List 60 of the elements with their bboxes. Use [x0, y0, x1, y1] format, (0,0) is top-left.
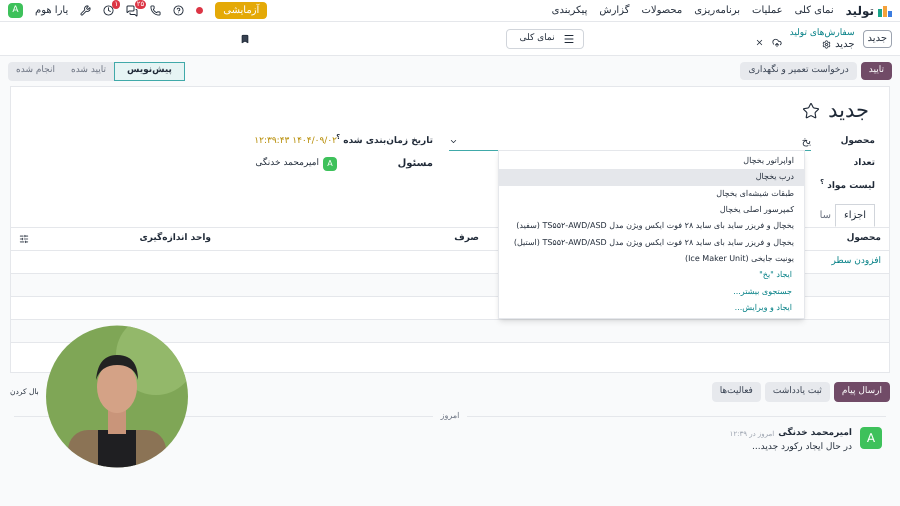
tab[interactable]: اجزاء	[835, 204, 875, 226]
dropdown-option[interactable]: کمپرسور اصلی یخچال	[499, 202, 804, 218]
phone-icon[interactable]	[150, 5, 162, 16]
tab[interactable]: سا	[816, 204, 836, 226]
user-avatar: A	[323, 156, 337, 170]
chatter-button[interactable]: فعالیت‌ها	[712, 382, 761, 402]
tools-icon[interactable]	[80, 5, 92, 16]
author-name: امیرمحمد خدنگی	[778, 427, 852, 440]
form-title: جدید	[828, 97, 869, 124]
column-header[interactable]: واحد اندازه‌گیری	[29, 232, 211, 246]
save-icon[interactable]	[772, 38, 782, 48]
column-header[interactable]: صرف	[211, 232, 479, 246]
chatter-button[interactable]: ارسال پیام	[834, 382, 890, 402]
status-step[interactable]: پیش‌نویس	[114, 62, 185, 80]
add-line-link[interactable]: افزودن سطر	[832, 254, 881, 268]
company-name[interactable]: یارا هوم	[35, 3, 68, 18]
field-label: مسئول	[396, 157, 433, 171]
responsible-name[interactable]: امیرمحمد خدنگی	[255, 156, 319, 170]
chat-icon[interactable]	[126, 4, 138, 16]
view-button[interactable]: نمای کلی	[506, 28, 584, 48]
status-step[interactable]: انجام شده	[8, 64, 63, 78]
menu-item[interactable]: نمای کلی	[794, 3, 834, 18]
record-name: جدید	[835, 38, 855, 50]
action-button[interactable]: درخواست تعمیر و نگهداری	[740, 62, 857, 80]
message-text: در حال ایجاد رکورد جدید...	[751, 440, 852, 454]
date-divider: امروز	[439, 410, 460, 422]
breadcrumb-link[interactable]: سفارش‌های تولید	[790, 28, 855, 38]
status-step[interactable]: تایید شده	[62, 64, 114, 78]
clock-icon[interactable]	[103, 5, 114, 16]
new-button[interactable]: جدید	[862, 30, 892, 48]
author-avatar: A	[860, 427, 882, 449]
close-icon[interactable]	[754, 38, 764, 47]
dropdown-action[interactable]: ایجاد "یخ"	[499, 267, 804, 284]
menu-item[interactable]: گزارش	[599, 3, 630, 18]
help-icon[interactable]	[173, 5, 184, 16]
menu-item[interactable]: پیکربندی	[552, 3, 588, 18]
dropdown-option[interactable]: یخچال و فریزر ساید بای ساید ۲۸ فوت ایکس ویژن مدل TS۵۵۲-AWD/ASD (استیل)	[499, 234, 804, 251]
chatter-button[interactable]: ثبت یادداشت	[764, 382, 830, 402]
star-icon[interactable]	[802, 102, 820, 120]
dropdown-option[interactable]: یخچال و فریزر ساید بای ساید ۲۸ فوت ایکس ویژن مدل TS۵۵۲-AWD/ASD (سفید)	[499, 218, 804, 234]
dropdown-option[interactable]: یونیت جایخی (Ice Maker Unit)	[499, 250, 804, 268]
menu-item[interactable]: محصولات	[641, 3, 682, 18]
menu-icon	[562, 32, 575, 44]
field-label: تعداد	[854, 156, 875, 170]
dropdown-option[interactable]: اواپراتور یخچال	[499, 153, 804, 170]
action-button[interactable]: تایید	[860, 62, 892, 80]
settings-icon[interactable]	[19, 234, 29, 244]
field-label: لیست مواد $^{؟}$	[820, 180, 875, 193]
dropdown-option[interactable]: درب یخچال	[499, 169, 804, 186]
app-name[interactable]: تولید	[846, 2, 874, 20]
dropdown-action[interactable]: جستجوی بیشتر...	[499, 283, 804, 300]
field-label: تاریخ زمان‌بندی شده $^{؟}$	[337, 134, 433, 148]
app-logo-icon[interactable]	[878, 4, 892, 16]
field-label: محصول	[840, 134, 875, 148]
settings-icon[interactable]	[822, 40, 832, 48]
bookmark-icon[interactable]	[240, 34, 250, 44]
menu-item[interactable]: عملیات	[752, 3, 783, 18]
menu-item[interactable]: برنامه‌ریزی	[694, 3, 740, 18]
dropdown-action[interactable]: ایجاد و ویرایش...	[499, 300, 804, 316]
dropdown-option[interactable]: طبقات شیشه‌ای یخچال	[499, 186, 804, 202]
